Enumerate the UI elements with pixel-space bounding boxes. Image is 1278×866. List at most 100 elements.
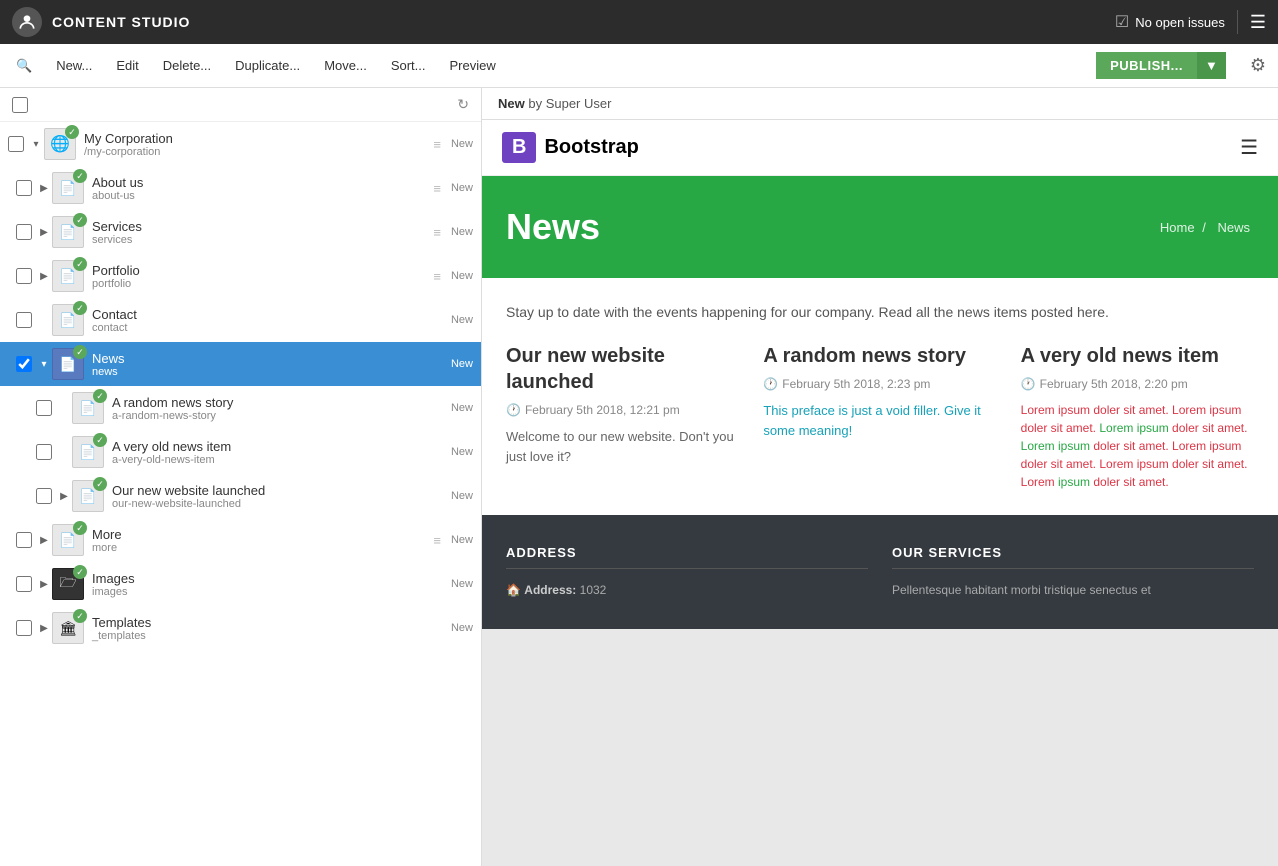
move-button[interactable]: Move... bbox=[320, 54, 371, 77]
tree-item-new-website[interactable]: ▶ 📄 ✓ Our new website launched our-new-w… bbox=[0, 474, 481, 518]
tree-item-random-news[interactable]: ▶ 📄 ✓ A random news story a-random-news-… bbox=[0, 386, 481, 430]
expand-templates[interactable]: ▶ bbox=[36, 623, 52, 634]
tree-item-about-us[interactable]: ▶ 📄 ✓ About us about-us ≡ New bbox=[0, 166, 481, 210]
badge-more: New bbox=[451, 534, 473, 546]
search-button[interactable]: 🔍 bbox=[12, 54, 36, 78]
edit-button[interactable]: Edit bbox=[112, 54, 142, 77]
item-text-services: Services services bbox=[92, 219, 427, 246]
item-check-new-website[interactable] bbox=[36, 488, 52, 504]
item-icon-more: 📄 ✓ bbox=[52, 524, 84, 556]
expand-about-us[interactable]: ▶ bbox=[36, 183, 52, 194]
select-all-checkbox[interactable] bbox=[12, 97, 28, 113]
new-button[interactable]: New... bbox=[52, 54, 96, 77]
status-check-portfolio: ✓ bbox=[73, 257, 87, 271]
expand-my-corporation[interactable]: ▾ bbox=[28, 139, 44, 150]
hamburger-icon[interactable]: ☰ bbox=[1250, 12, 1266, 33]
item-check-my-corporation[interactable] bbox=[8, 136, 24, 152]
card-date-1: 🕐 February 5th 2018, 2:23 pm bbox=[763, 377, 996, 391]
bs-footer: ADDRESS 🏠 Address: 1032 OUR SERVICES Pel… bbox=[482, 515, 1278, 629]
news-card-0: Our new website launched 🕐 February 5th … bbox=[506, 343, 739, 491]
item-name-random-news: A random news story bbox=[112, 395, 447, 410]
status-check-new-website: ✓ bbox=[93, 477, 107, 491]
sidebar-header: ↻ bbox=[0, 88, 481, 122]
badge-old-news: New bbox=[451, 446, 473, 458]
settings-icon[interactable]: ⚙ bbox=[1250, 55, 1266, 76]
card-date-2: 🕐 February 5th 2018, 2:20 pm bbox=[1021, 377, 1254, 391]
expand-more[interactable]: ▶ bbox=[36, 535, 52, 546]
item-text-old-news: A very old news item a-very-old-news-ite… bbox=[112, 439, 447, 466]
brand-name: Bootstrap bbox=[544, 136, 638, 159]
tree-item-contact[interactable]: ▶ 📄 ✓ Contact contact New bbox=[0, 298, 481, 342]
publish-button[interactable]: PUBLISH... bbox=[1096, 52, 1197, 79]
expand-services[interactable]: ▶ bbox=[36, 227, 52, 238]
drag-handle-my-corporation[interactable]: ≡ bbox=[433, 137, 441, 152]
drag-handle-portfolio[interactable]: ≡ bbox=[433, 269, 441, 284]
tree-item-images[interactable]: ▶ 🗁 ✓ Images images New bbox=[0, 562, 481, 606]
item-check-more[interactable] bbox=[16, 532, 32, 548]
preview-frame: B Bootstrap ☰ News Home / News Stay up t… bbox=[482, 120, 1278, 629]
preview-button[interactable]: Preview bbox=[446, 54, 500, 77]
item-slug-about-us: about-us bbox=[92, 190, 427, 202]
item-text-random-news: A random news story a-random-news-story bbox=[112, 395, 447, 422]
preview-author: by Super User bbox=[528, 96, 611, 111]
duplicate-button[interactable]: Duplicate... bbox=[231, 54, 304, 77]
item-icon-portfolio: 📄 ✓ bbox=[52, 260, 84, 292]
item-name-services: Services bbox=[92, 219, 427, 234]
top-nav-right: ☑ No open issues ☰ bbox=[1115, 10, 1266, 34]
item-text-images: Images images bbox=[92, 571, 447, 598]
badge-my-corporation: New bbox=[451, 138, 473, 150]
badge-contact: New bbox=[451, 314, 473, 326]
address-label: Address: bbox=[524, 583, 576, 597]
clock-icon-0: 🕐 bbox=[506, 403, 521, 417]
sort-button[interactable]: Sort... bbox=[387, 54, 430, 77]
item-check-about-us[interactable] bbox=[16, 180, 32, 196]
drag-handle-services[interactable]: ≡ bbox=[433, 225, 441, 240]
expand-images[interactable]: ▶ bbox=[36, 579, 52, 590]
tree-item-services[interactable]: ▶ 📄 ✓ Services services ≡ New bbox=[0, 210, 481, 254]
tree-item-portfolio[interactable]: ▶ 📄 ✓ Portfolio portfolio ≡ New bbox=[0, 254, 481, 298]
issues-indicator[interactable]: ☑ No open issues bbox=[1115, 12, 1225, 32]
item-slug-old-news: a-very-old-news-item bbox=[112, 454, 447, 466]
tree-item-my-corporation[interactable]: ▾ 🌐 ✓ My Corporation /my-corporation ≡ N… bbox=[0, 122, 481, 166]
expand-new-website[interactable]: ▶ bbox=[56, 491, 72, 502]
card-date-text-2: February 5th 2018, 2:20 pm bbox=[1040, 377, 1188, 391]
item-icon-my-corporation: 🌐 ✓ bbox=[44, 128, 76, 160]
item-check-portfolio[interactable] bbox=[16, 268, 32, 284]
card-body-1: This preface is just a void filler. Give… bbox=[763, 401, 996, 440]
tree-item-more[interactable]: ▶ 📄 ✓ More more ≡ New bbox=[0, 518, 481, 562]
publish-dropdown-button[interactable]: ▼ bbox=[1197, 52, 1226, 79]
item-name-news: News bbox=[92, 351, 447, 366]
tree-item-old-news[interactable]: ▶ 📄 ✓ A very old news item a-very-old-ne… bbox=[0, 430, 481, 474]
expand-portfolio[interactable]: ▶ bbox=[36, 271, 52, 282]
drag-handle-more[interactable]: ≡ bbox=[433, 533, 441, 548]
badge-new-website: New bbox=[451, 490, 473, 502]
tree-item-templates[interactable]: ▶ 🏛 ✓ Templates _templates New bbox=[0, 606, 481, 650]
item-slug-contact: contact bbox=[92, 322, 447, 334]
item-name-my-corporation: My Corporation bbox=[84, 131, 427, 146]
tree-item-news[interactable]: ▾ 📄 ✓ News news New bbox=[0, 342, 481, 386]
status-check-templates: ✓ bbox=[73, 609, 87, 623]
item-check-images[interactable] bbox=[16, 576, 32, 592]
item-name-portfolio: Portfolio bbox=[92, 263, 427, 278]
status-check-news: ✓ bbox=[73, 345, 87, 359]
delete-button[interactable]: Delete... bbox=[159, 54, 215, 77]
item-slug-my-corporation: /my-corporation bbox=[84, 146, 427, 158]
item-check-services[interactable] bbox=[16, 224, 32, 240]
item-check-old-news[interactable] bbox=[36, 444, 52, 460]
item-check-news[interactable] bbox=[16, 356, 32, 372]
item-slug-images: images bbox=[92, 586, 447, 598]
app-logo bbox=[12, 7, 42, 37]
breadcrumb-home[interactable]: Home bbox=[1160, 220, 1195, 235]
item-check-templates[interactable] bbox=[16, 620, 32, 636]
drag-handle-about-us[interactable]: ≡ bbox=[433, 181, 441, 196]
item-icon-images: 🗁 ✓ bbox=[52, 568, 84, 600]
refresh-icon[interactable]: ↻ bbox=[457, 96, 469, 113]
item-check-random-news[interactable] bbox=[36, 400, 52, 416]
content-intro: Stay up to date with the events happenin… bbox=[506, 302, 1254, 323]
card-title-2: A very old news item bbox=[1021, 343, 1254, 369]
expand-news[interactable]: ▾ bbox=[36, 359, 52, 370]
item-check-contact[interactable] bbox=[16, 312, 32, 328]
bs-hamburger-icon[interactable]: ☰ bbox=[1240, 135, 1258, 160]
issues-label: No open issues bbox=[1135, 15, 1225, 30]
badge-news: New bbox=[451, 358, 473, 370]
